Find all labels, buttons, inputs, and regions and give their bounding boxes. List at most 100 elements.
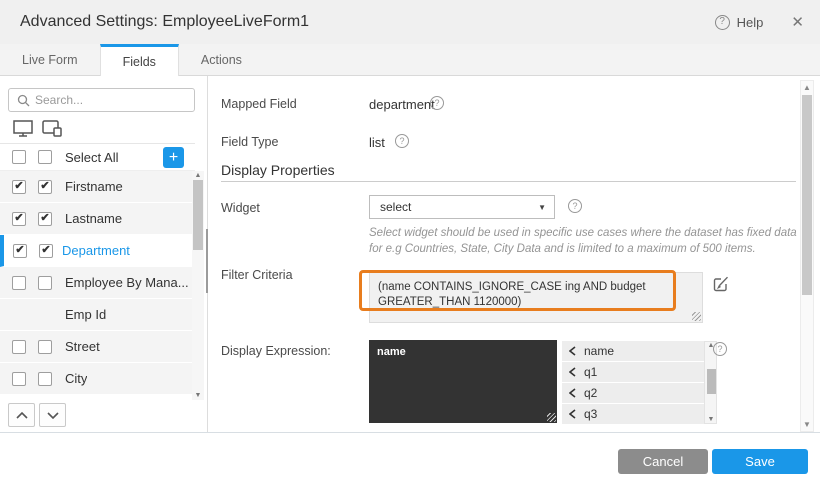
display-expression-editor[interactable]: name: [369, 340, 557, 423]
chevron-left-icon: [569, 346, 576, 356]
help-label: Help: [737, 15, 764, 30]
desktop-icon[interactable]: [13, 120, 33, 137]
mapped-field-value: department: [369, 97, 435, 112]
reorder-buttons: [8, 403, 66, 427]
sidebar-scrollbar[interactable]: ▲ ▼: [192, 171, 204, 400]
edit-filter-icon[interactable]: [713, 275, 730, 297]
scrollbar-thumb[interactable]: [802, 95, 812, 295]
chevron-left-icon: [569, 367, 576, 377]
scroll-up-icon[interactable]: ▲: [192, 172, 204, 179]
list-item-label: City: [65, 371, 87, 386]
checkbox-placeholder: [12, 308, 26, 322]
help-icon: ?: [715, 15, 730, 30]
checkbox-unchecked[interactable]: [38, 340, 52, 354]
list-item-lastname[interactable]: ✔ ✔ Lastname: [0, 203, 195, 235]
checkbox-unchecked[interactable]: [12, 340, 26, 354]
scrollbar-thumb[interactable]: [193, 180, 203, 250]
mapped-field-help-icon[interactable]: ?: [430, 96, 444, 110]
checkbox-placeholder: [38, 308, 52, 322]
checkbox-checked[interactable]: ✔: [12, 212, 26, 226]
advanced-settings-dialog: Advanced Settings: EmployeeLiveForm1 ? H…: [0, 0, 820, 488]
textarea-resize-handle[interactable]: [692, 312, 701, 321]
search-input[interactable]: Search...: [8, 88, 195, 112]
select-all-checkbox-desktop[interactable]: [12, 150, 26, 164]
scroll-up-icon[interactable]: ▲: [801, 83, 813, 92]
help-button[interactable]: ? Help: [715, 15, 764, 30]
device-toggle-row: [0, 114, 195, 144]
section-divider: [221, 181, 796, 182]
list-item-employee-by-manager[interactable]: Employee By Mana...: [0, 267, 195, 299]
main-scrollbar[interactable]: ▲ ▼: [800, 80, 814, 432]
dialog-footer: Cancel Save: [0, 432, 820, 488]
scrollbar-thumb[interactable]: [707, 369, 716, 394]
scroll-down-icon[interactable]: ▼: [192, 392, 204, 399]
scroll-down-icon[interactable]: ▼: [801, 420, 813, 429]
list-item-label: Employee By Mana...: [65, 275, 189, 290]
editor-resize-handle[interactable]: [547, 413, 556, 422]
field-list: ✔ ✔ Firstname ✔ ✔ Lastname ✔ ✔ Departmen…: [0, 171, 195, 400]
fields-sidebar: Search... Select All + ✔ ✔ Firstname ✔ ✔…: [0, 76, 208, 432]
add-field-button[interactable]: +: [163, 147, 184, 168]
filter-criteria-textarea[interactable]: (name CONTAINS_IGNORE_CASE ing AND budge…: [369, 272, 703, 323]
display-expression-value: name: [377, 346, 406, 358]
checkbox-checked[interactable]: ✔: [12, 180, 26, 194]
chevron-left-icon: [569, 409, 576, 419]
chevron-down-icon: [47, 412, 59, 419]
field-type-value: list: [369, 135, 385, 150]
search-icon: [17, 94, 30, 107]
close-icon[interactable]: ✕: [791, 13, 804, 31]
checkbox-unchecked[interactable]: [38, 276, 52, 290]
list-item-label: Department: [62, 243, 130, 258]
list-item-emp-id[interactable]: Emp Id: [0, 299, 195, 331]
list-item-street[interactable]: Street: [0, 331, 195, 363]
list-item-label: Street: [65, 339, 100, 354]
expression-field-q2[interactable]: q2: [562, 383, 704, 403]
checkbox-checked[interactable]: ✔: [39, 244, 53, 258]
save-button[interactable]: Save: [712, 449, 808, 474]
list-item-label: Emp Id: [65, 307, 106, 322]
widget-label: Widget: [221, 201, 260, 215]
scroll-down-icon[interactable]: ▼: [705, 416, 717, 423]
dropdown-arrow-icon: ▼: [538, 203, 546, 212]
move-up-button[interactable]: [8, 403, 35, 427]
move-down-button[interactable]: [39, 403, 66, 427]
select-all-label: Select All: [65, 150, 118, 165]
expression-field-name[interactable]: name: [562, 341, 704, 361]
widget-select-value: select: [380, 200, 411, 214]
tab-fields[interactable]: Fields: [100, 44, 179, 76]
field-type-help-icon[interactable]: ?: [395, 134, 409, 148]
tab-live-form[interactable]: Live Form: [0, 44, 100, 75]
checkbox-unchecked[interactable]: [12, 372, 26, 386]
mobile-tablet-icon[interactable]: [42, 120, 63, 137]
tab-bar: Live Form Fields Actions: [0, 44, 820, 76]
cancel-button[interactable]: Cancel: [618, 449, 708, 474]
select-all-checkbox-mobile[interactable]: [38, 150, 52, 164]
expression-field-q1[interactable]: q1: [562, 362, 704, 382]
checkbox-checked[interactable]: ✔: [13, 244, 27, 258]
list-item-label: Lastname: [65, 211, 122, 226]
dialog-titlebar: Advanced Settings: EmployeeLiveForm1 ? H…: [0, 0, 820, 44]
widget-hint-text: Select widget should be used in specific…: [369, 226, 807, 257]
checkbox-checked[interactable]: ✔: [38, 212, 52, 226]
expression-field-label: name: [584, 344, 614, 358]
expression-field-label: q3: [584, 407, 597, 421]
list-item-label: Firstname: [65, 179, 123, 194]
field-settings-panel: Mapped Field department ? Field Type lis…: [208, 76, 800, 432]
list-item-firstname[interactable]: ✔ ✔ Firstname: [0, 171, 195, 203]
list-item-city[interactable]: City: [0, 363, 195, 395]
checkbox-checked[interactable]: ✔: [38, 180, 52, 194]
expression-field-label: q1: [584, 365, 597, 379]
display-expression-label: Display Expression:: [221, 344, 331, 358]
display-expression-help-icon[interactable]: ?: [713, 342, 727, 356]
widget-select[interactable]: select ▼: [369, 195, 555, 219]
filter-criteria-label: Filter Criteria: [221, 268, 293, 282]
widget-help-icon[interactable]: ?: [568, 199, 582, 213]
expression-field-list: name q1 q2 q3: [562, 341, 704, 424]
list-item-department[interactable]: ✔ ✔ Department: [0, 235, 195, 267]
checkbox-unchecked[interactable]: [38, 372, 52, 386]
tab-actions[interactable]: Actions: [179, 44, 264, 75]
field-type-label: Field Type: [221, 135, 278, 149]
search-placeholder: Search...: [35, 93, 83, 107]
checkbox-unchecked[interactable]: [12, 276, 26, 290]
expression-field-q3[interactable]: q3: [562, 404, 704, 424]
